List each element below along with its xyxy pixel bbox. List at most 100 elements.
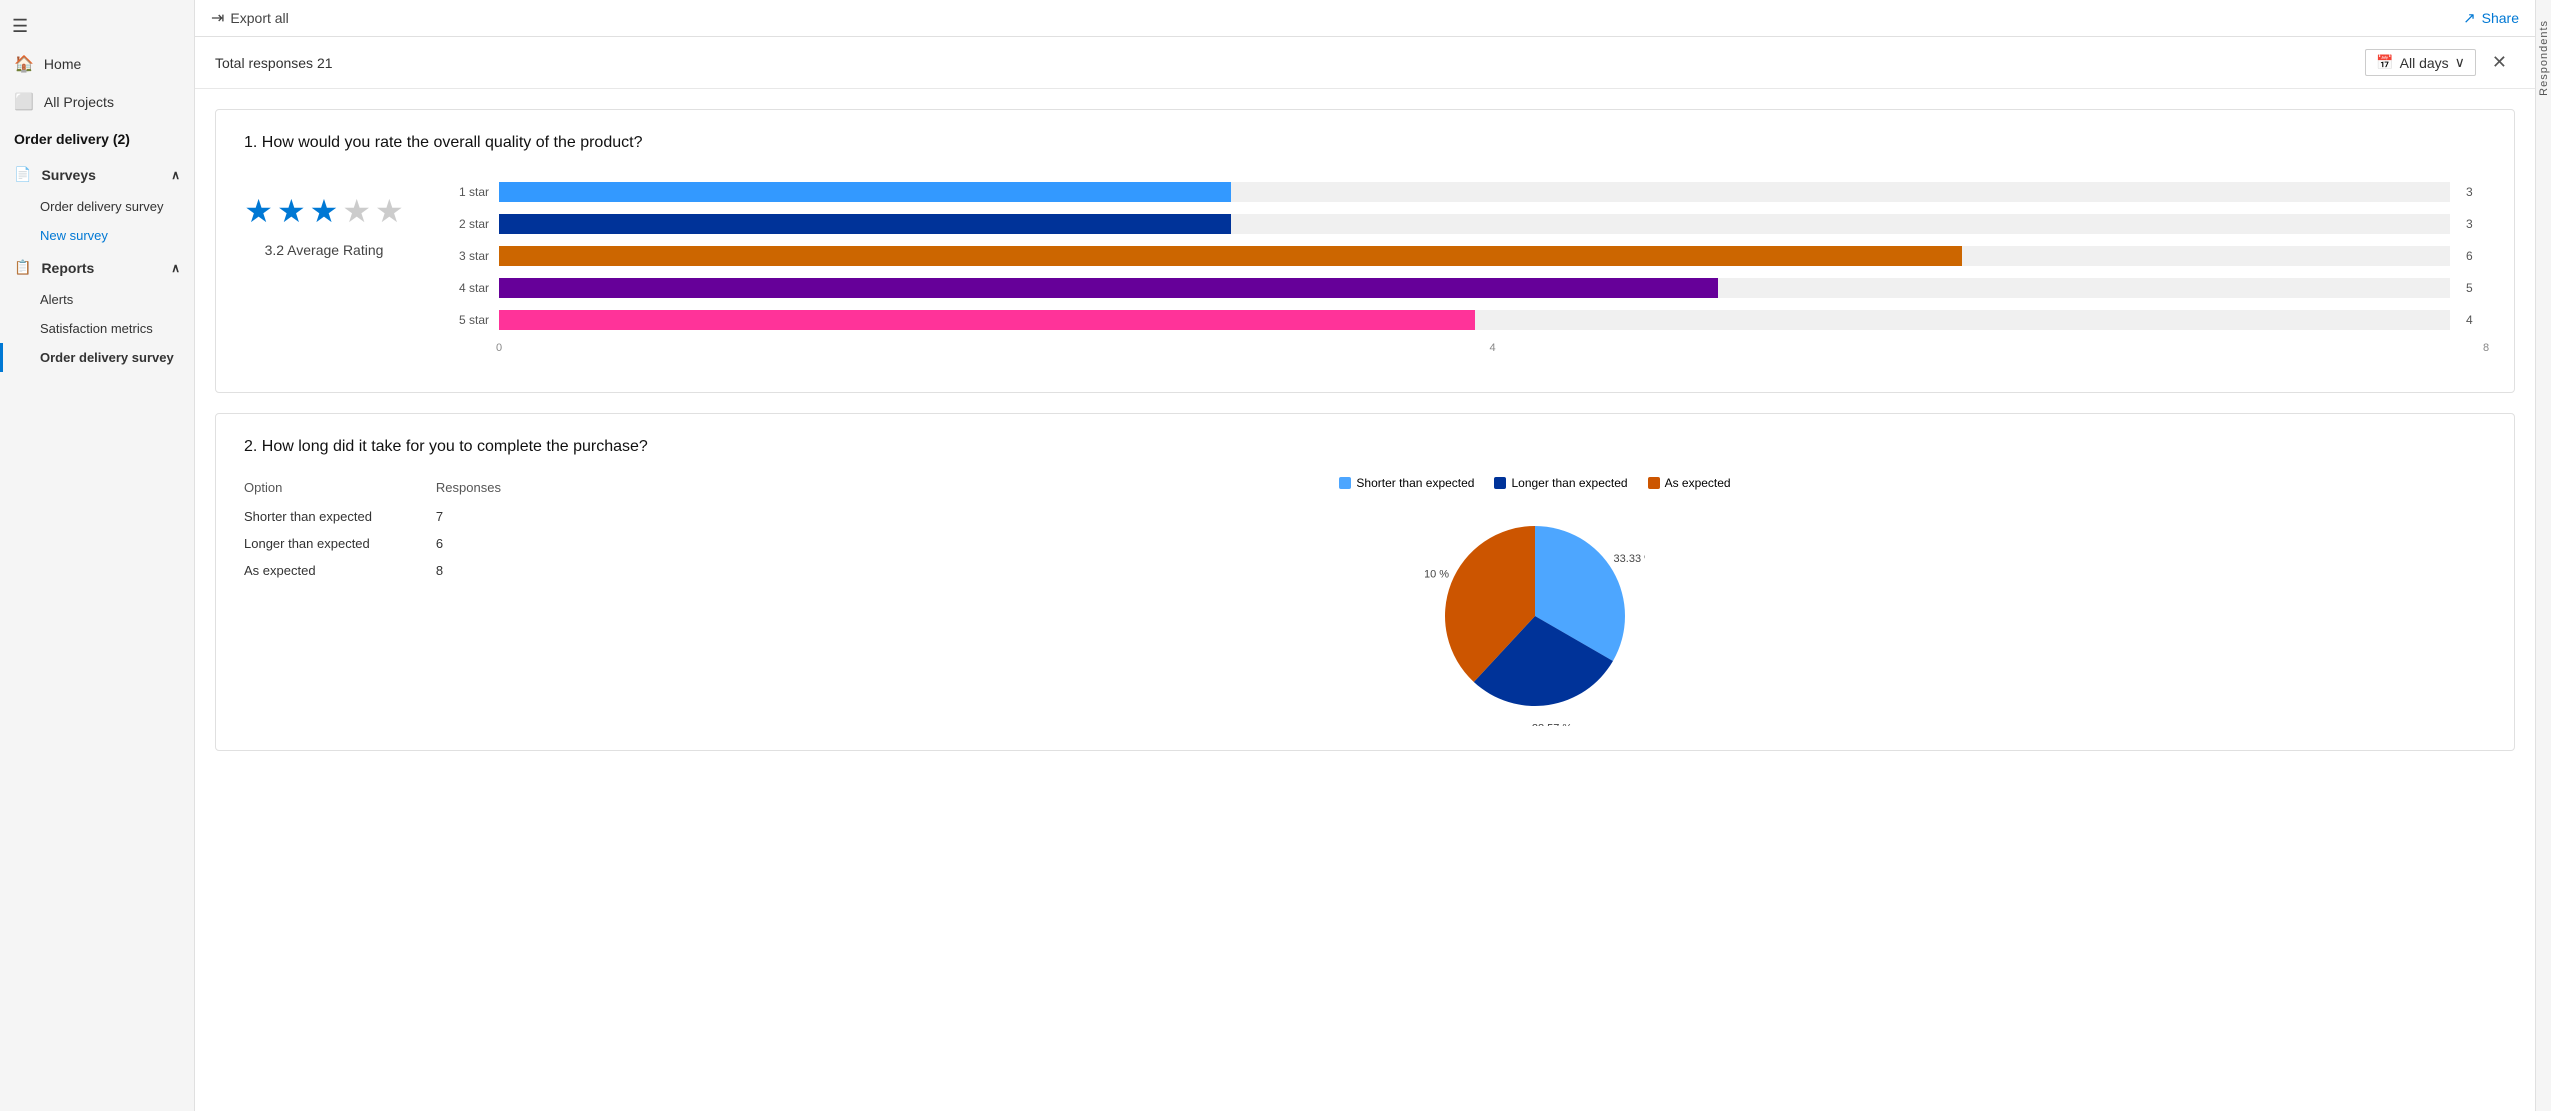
legend-dot	[1339, 477, 1351, 489]
rating-display: ★ ★ ★ ★ ★ 3.2 Average Rating	[244, 172, 404, 258]
order-delivery-header: Order delivery (2)	[0, 121, 194, 157]
sidebar-item-all-projects[interactable]: ⬜ All Projects	[0, 83, 194, 121]
export-label: Export all	[230, 10, 288, 26]
star-rating: ★ ★ ★ ★ ★	[244, 192, 403, 230]
bar-row: 3 star 6	[444, 246, 2486, 266]
export-all-button[interactable]: ⇥ Export all	[211, 8, 289, 28]
axis-tick: 8	[2483, 342, 2489, 354]
bar-label: 4 star	[444, 281, 489, 295]
legend-item: As expected	[1648, 476, 1731, 490]
bar-value: 5	[2466, 281, 2486, 295]
response-cell: 8	[436, 557, 544, 584]
q2-table: Option Responses Shorter than expected7L…	[244, 476, 544, 584]
calendar-icon: 📅	[2376, 54, 2393, 71]
reports-icon: 📋	[14, 259, 31, 276]
reports-section[interactable]: 📋 Reports ∧	[0, 250, 194, 285]
bar-track	[499, 182, 2450, 202]
sidebar-item-order-delivery-survey[interactable]: Order delivery survey	[0, 192, 194, 221]
share-button[interactable]: ↗ Share	[2463, 9, 2519, 27]
bar-value: 6	[2466, 249, 2486, 263]
bar-row: 4 star 5	[444, 278, 2486, 298]
axis-tick: 4	[1489, 342, 1495, 354]
share-label: Share	[2482, 10, 2519, 26]
bar-value: 3	[2466, 185, 2486, 199]
table-row: As expected8	[244, 557, 544, 584]
legend-label: Longer than expected	[1511, 476, 1627, 490]
bar-row: 5 star 4	[444, 310, 2486, 330]
star-5: ★	[375, 192, 404, 230]
star-1: ★	[244, 192, 273, 230]
home-label: Home	[44, 56, 81, 72]
sidebar: ☰ 🏠 Home ⬜ All Projects Order delivery (…	[0, 0, 195, 1111]
option-cell: As expected	[244, 557, 436, 584]
bar-value: 3	[2466, 217, 2486, 231]
average-rating: 3.2 Average Rating	[265, 242, 384, 258]
pie-legend: Shorter than expected Longer than expecte…	[1339, 476, 1730, 490]
response-cell: 6	[436, 530, 544, 557]
legend-dot	[1494, 477, 1506, 489]
table-row: Shorter than expected7	[244, 503, 544, 530]
home-icon: 🏠	[14, 54, 34, 74]
star-3: ★	[310, 192, 339, 230]
bar-fill	[499, 310, 1475, 330]
axis-tick: 0	[496, 342, 502, 354]
sidebar-item-home[interactable]: 🏠 Home	[0, 45, 194, 83]
table-row: Longer than expected6	[244, 530, 544, 557]
bar-chart: 1 star 3 2 star 3 3 star 6 4 star 5 5 st…	[444, 172, 2486, 368]
bar-fill	[499, 182, 1231, 202]
respondents-label: Respondents	[2538, 20, 2550, 96]
bar-row: 1 star 3	[444, 182, 2486, 202]
surveys-chevron: ∧	[171, 168, 180, 182]
col-responses: Responses	[436, 476, 544, 503]
legend-label: As expected	[1665, 476, 1731, 490]
right-panel: Respondents	[2535, 0, 2551, 1111]
bar-label: 3 star	[444, 249, 489, 263]
bar-row: 2 star 3	[444, 214, 2486, 234]
response-cell: 7	[436, 503, 544, 530]
total-responses: Total responses 21	[215, 55, 333, 71]
legend-dot	[1648, 477, 1660, 489]
sidebar-item-alerts[interactable]: Alerts	[0, 285, 194, 314]
option-cell: Shorter than expected	[244, 503, 436, 530]
bar-label: 5 star	[444, 313, 489, 327]
bar-label: 1 star	[444, 185, 489, 199]
all-days-filter[interactable]: 📅 All days ∨	[2365, 49, 2476, 76]
surveys-label: Surveys	[41, 167, 95, 183]
pie-label: 33.33 %	[1614, 553, 1645, 565]
legend-item: Longer than expected	[1494, 476, 1627, 490]
close-button[interactable]: ✕	[2484, 50, 2515, 75]
bar-label: 2 star	[444, 217, 489, 231]
pie-label: 38.10 %	[1425, 568, 1449, 580]
responses-bar: Total responses 21 📅 All days ∨ ✕	[195, 37, 2535, 89]
question-1-block: 1. How would you rate the overall qualit…	[215, 109, 2515, 393]
surveys-section[interactable]: 📄 Surveys ∧	[0, 157, 194, 192]
projects-icon: ⬜	[14, 92, 34, 112]
question-2-title: 2. How long did it take for you to compl…	[244, 438, 2486, 456]
pie-chart-svg: 33.33 %28.57 %38.10 %	[1425, 506, 1645, 726]
all-days-label: All days	[2400, 55, 2449, 71]
menu-icon[interactable]: ☰	[0, 8, 194, 45]
top-bar: ⇥ Export all ↗ Share	[195, 0, 2535, 37]
pie-chart-container: Shorter than expected Longer than expecte…	[584, 476, 2486, 726]
sidebar-item-order-delivery-report[interactable]: Order delivery survey	[0, 343, 194, 372]
dropdown-chevron: ∨	[2455, 54, 2465, 71]
question-2-content: Option Responses Shorter than expected7L…	[244, 476, 2486, 726]
question-1-title: 1. How would you rate the overall qualit…	[244, 134, 2486, 152]
star-2: ★	[277, 192, 306, 230]
chart-axis: 0 4 8	[499, 342, 2486, 358]
content-area: 1. How would you rate the overall qualit…	[195, 89, 2535, 1111]
reports-chevron: ∧	[171, 261, 180, 275]
bar-track	[499, 278, 2450, 298]
main-content: ⇥ Export all ↗ Share Total responses 21 …	[195, 0, 2535, 1111]
col-option: Option	[244, 476, 436, 503]
reports-label: Reports	[41, 260, 94, 276]
sidebar-item-satisfaction-metrics[interactable]: Satisfaction metrics	[0, 314, 194, 343]
legend-item: Shorter than expected	[1339, 476, 1474, 490]
star-4: ★	[342, 192, 371, 230]
option-cell: Longer than expected	[244, 530, 436, 557]
bar-fill	[499, 214, 1231, 234]
bar-value: 4	[2466, 313, 2486, 327]
sidebar-item-new-survey[interactable]: New survey	[0, 221, 194, 250]
export-icon: ⇥	[211, 8, 224, 28]
bar-track	[499, 246, 2450, 266]
